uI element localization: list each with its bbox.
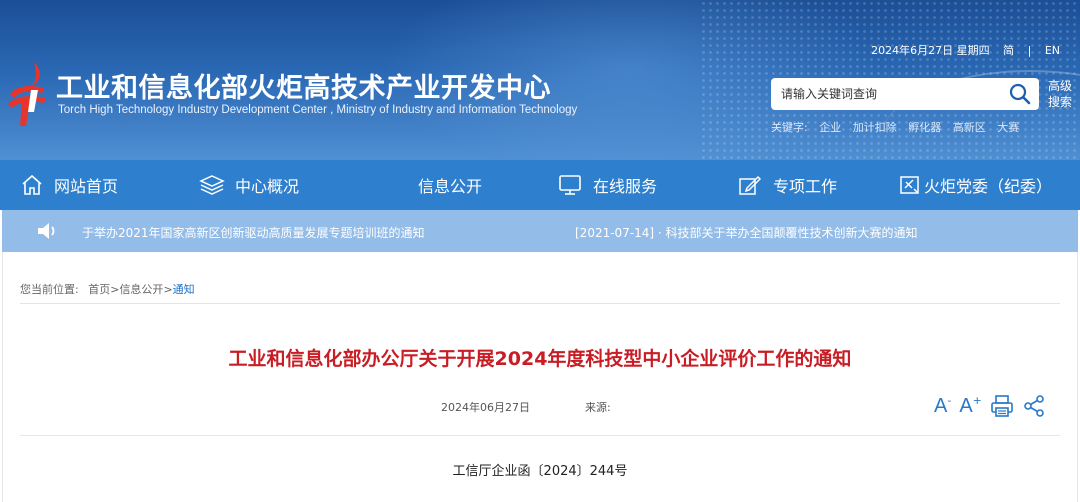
keyword-link[interactable]: 大赛 [997,121,1019,134]
nav-item-party[interactable]: 火炬党委（纪委） [898,160,1052,210]
article-tools: A- A + [934,392,1046,420]
font-sup: + [972,394,982,407]
nav-item-label: 火炬党委（纪委） [924,177,1053,196]
advanced-search-link[interactable]: 高级搜索 [1048,78,1078,110]
search-box [771,78,1039,110]
lang-simplified-link[interactable]: 简 [1003,44,1014,57]
share-icon[interactable] [1022,394,1046,418]
nav-item-disclosure[interactable]: 信息公开 [418,160,482,210]
site-header: 工业和信息化部火炬高技术产业开发中心 Torch High Technology… [0,0,1080,160]
party-icon [900,176,919,194]
breadcrumb-section[interactable]: 信息公开 [119,283,163,296]
divider [20,303,1060,304]
article-source-label: 来源: [585,401,611,414]
breadcrumb-current[interactable]: 通知 [173,283,195,296]
monitor-icon [559,175,581,195]
keyword-link[interactable]: 加计扣除 [853,121,897,134]
nav-item-label: 信息公开 [418,177,483,196]
notice-link[interactable]: [2021-07-14] · 科技部关于举办全国颠覆性技术创新大赛的通知 [575,224,918,241]
hot-keywords: 关键字: 企业 加计扣除 孵化器 高新区 大赛 [771,119,1019,135]
search-icon[interactable] [1009,83,1031,105]
font-glyph: A [959,395,973,417]
notice-clip: 于举办2021年国家高新区创新驱动高质量发展专题培训班的通知 [2021-07-… [82,210,1078,252]
nav-item-label: 网站首页 [54,177,119,196]
layers-icon [199,175,225,195]
nav-item-label: 在线服务 [593,177,658,196]
top-utility-bar: 2024年6月27日 星期四 简 | EN [869,42,1068,58]
home-icon [22,174,42,195]
nav-item-services[interactable]: 在线服务 [557,160,657,210]
document-number: 工信厅企业函〔2024〕244号 [452,464,628,479]
nav-item-home[interactable]: 网站首页 [20,160,118,210]
notice-ticker: 于举办2021年国家高新区创新驱动高质量发展专题培训班的通知 [2021-07-… [2,210,1078,252]
main-nav: 网站首页 中心概况 信息公开 在线服务 专项工作 火炬党委（纪委） [0,160,1080,210]
article-title: 工业和信息化部办公厅关于开展2024年度科技型中小企业评价工作的通知 [228,348,852,370]
font-increase-button[interactable]: A + [959,394,982,418]
breadcrumb-separator: > [163,283,173,296]
divider [20,435,1060,436]
font-sup: - [947,394,952,407]
nav-item-about[interactable]: 中心概况 [199,160,299,210]
site-title[interactable]: 工业和信息化部火炬高技术产业开发中心 [56,66,551,105]
keyword-link[interactable]: 企业 [819,121,841,134]
keywords-label: 关键字: [771,121,808,134]
notice-link[interactable]: 于举办2021年国家高新区创新驱动高质量发展专题培训班的通知 [82,224,425,241]
nav-item-projects[interactable]: 专项工作 [737,160,837,210]
breadcrumb-home[interactable]: 首页 [88,283,110,296]
pen-icon [739,175,762,195]
keyword-link[interactable]: 孵化器 [908,121,941,134]
keyword-link[interactable]: 高新区 [953,121,986,134]
lang-english-link[interactable]: EN [1045,44,1060,57]
breadcrumb-prefix: 您当前位置: [20,283,79,296]
lang-separator: | [1027,44,1032,57]
print-icon[interactable] [990,394,1014,418]
site-subtitle: Torch High Technology Industry Developme… [58,104,578,116]
current-date: 2024年6月27日 星期四 [871,44,990,57]
font-decrease-button[interactable]: A- [934,394,952,418]
nav-item-label: 中心概况 [235,177,300,196]
speaker-icon [38,223,55,239]
torch-logo-icon[interactable] [4,60,52,128]
breadcrumb: 您当前位置: 首页>信息公开>通知 [20,281,195,297]
article-date: 2024年06月27日 [441,401,530,414]
article-area: 您当前位置: 首页>信息公开>通知 工业和信息化部办公厅关于开展2024年度科技… [0,252,1080,502]
nav-item-label: 专项工作 [773,177,838,196]
search-input[interactable] [771,78,1001,110]
font-glyph: A [934,395,948,417]
